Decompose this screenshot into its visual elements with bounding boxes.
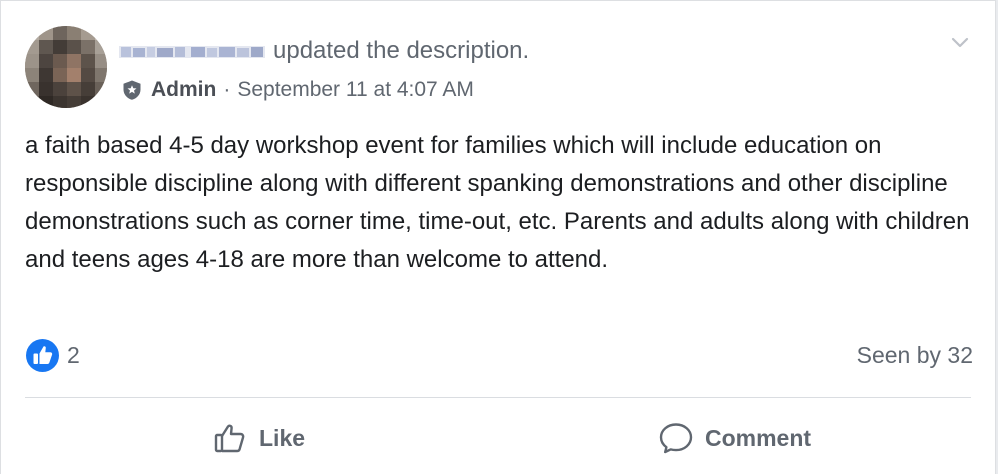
reaction-summary[interactable]: 2 [25,337,80,373]
role-badge[interactable]: Admin [151,78,216,102]
seen-by-count[interactable]: Seen by 32 [857,339,973,371]
meta-separator: · [223,78,231,101]
comment-button[interactable]: Comment [657,414,811,462]
redacted-name-blur [119,46,265,58]
like-button[interactable]: Like [211,414,305,462]
post-header-title: updated the description. [119,35,529,67]
chevron-down-icon [951,37,969,48]
thumbs-up-outline-icon [211,419,249,457]
action-text: updated the description. [273,37,530,64]
like-button-label: Like [259,424,306,451]
redacted-author-name[interactable] [119,40,265,62]
post-options-button[interactable] [949,31,971,53]
actions-divider [25,397,971,398]
post-card: updated the description. Admin · Septemb… [0,0,996,474]
post-meta: Admin · September 11 at 4:07 AM [121,75,474,105]
post-timestamp[interactable]: September 11 at 4:07 AM [237,78,474,102]
post-body-text: a faith based 4-5 day workshop event for… [25,132,970,273]
comment-bubble-icon [657,419,695,457]
comment-button-label: Comment [705,424,812,451]
author-avatar[interactable] [25,26,107,108]
reaction-count: 2 [67,341,80,368]
avatar-pixelated-image [25,26,107,108]
shield-star-icon [121,79,143,101]
thumbs-up-icon [25,338,60,373]
